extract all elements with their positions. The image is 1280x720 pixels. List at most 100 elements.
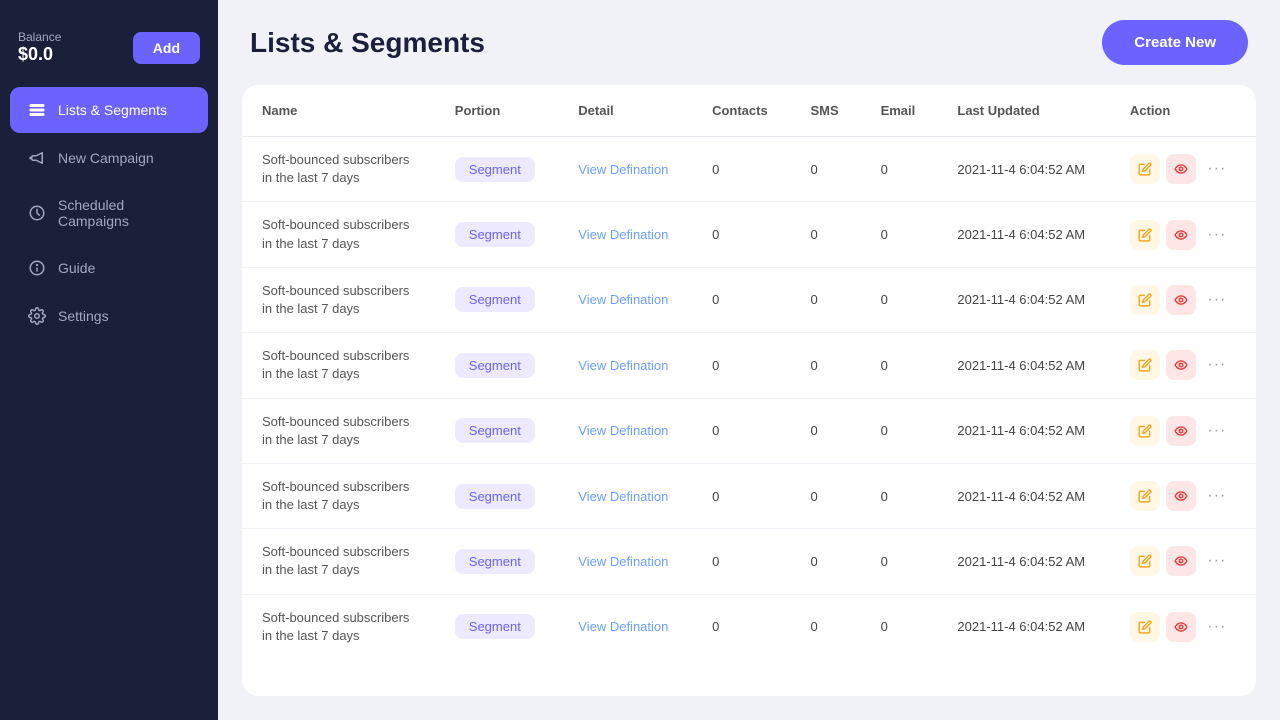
row-sms: 0: [790, 202, 860, 267]
row-name: Soft-bounced subscribersin the last 7 da…: [262, 151, 415, 187]
pencil-icon: [1138, 293, 1152, 307]
table-body: Soft-bounced subscribersin the last 7 da…: [242, 137, 1256, 660]
row-portion: Segment: [435, 333, 558, 398]
eye-slash-icon: [1174, 424, 1188, 438]
row-actions: ···: [1110, 529, 1256, 594]
sidebar-item-lists-segments[interactable]: Lists & Segments: [10, 87, 208, 133]
view-definition-link[interactable]: View Defination: [578, 292, 668, 307]
row-sms: 0: [790, 398, 860, 463]
row-actions: ···: [1110, 594, 1256, 659]
row-portion: Segment: [435, 267, 558, 332]
edit-button[interactable]: [1130, 546, 1160, 576]
row-contacts: 0: [692, 594, 790, 659]
table-row: Soft-bounced subscribersin the last 7 da…: [242, 202, 1256, 267]
row-sms: 0: [790, 594, 860, 659]
sidebar-item-label: New Campaign: [58, 150, 154, 166]
view-definition-link[interactable]: View Defination: [578, 619, 668, 634]
more-options-button[interactable]: ···: [1202, 220, 1232, 250]
row-sms: 0: [790, 529, 860, 594]
gear-icon: [28, 307, 46, 325]
more-options-button[interactable]: ···: [1202, 154, 1232, 184]
sidebar-item-settings[interactable]: Settings: [10, 293, 208, 339]
balance-info: Balance $0.0: [18, 30, 61, 65]
more-options-button[interactable]: ···: [1202, 546, 1232, 576]
row-contacts: 0: [692, 398, 790, 463]
row-portion: Segment: [435, 529, 558, 594]
edit-button[interactable]: [1130, 154, 1160, 184]
row-detail: View Defination: [558, 463, 692, 528]
row-email: 0: [861, 333, 938, 398]
row-actions: ···: [1110, 202, 1256, 267]
delete-button[interactable]: [1166, 350, 1196, 380]
delete-button[interactable]: [1166, 546, 1196, 576]
row-actions: ···: [1110, 267, 1256, 332]
sidebar-item-guide[interactable]: Guide: [10, 245, 208, 291]
row-portion: Segment: [435, 594, 558, 659]
row-contacts: 0: [692, 137, 790, 202]
balance-label: Balance: [18, 30, 61, 44]
delete-button[interactable]: [1166, 285, 1196, 315]
edit-button[interactable]: [1130, 285, 1160, 315]
segment-badge: Segment: [455, 287, 535, 312]
row-email: 0: [861, 202, 938, 267]
view-definition-link[interactable]: View Defination: [578, 227, 668, 242]
segment-badge: Segment: [455, 484, 535, 509]
pencil-icon: [1138, 424, 1152, 438]
add-balance-button[interactable]: Add: [133, 32, 200, 64]
eye-slash-icon: [1174, 162, 1188, 176]
row-actions: ···: [1110, 398, 1256, 463]
row-detail: View Defination: [558, 594, 692, 659]
edit-button[interactable]: [1130, 416, 1160, 446]
pencil-icon: [1138, 489, 1152, 503]
row-name: Soft-bounced subscribersin the last 7 da…: [262, 413, 415, 449]
row-sms: 0: [790, 333, 860, 398]
sidebar-item-new-campaign[interactable]: New Campaign: [10, 135, 208, 181]
row-last-updated: 2021-11-4 6:04:52 AM: [937, 202, 1109, 267]
row-sms: 0: [790, 137, 860, 202]
row-last-updated: 2021-11-4 6:04:52 AM: [937, 137, 1109, 202]
col-action: Action: [1110, 85, 1256, 137]
edit-button[interactable]: [1130, 220, 1160, 250]
delete-button[interactable]: [1166, 612, 1196, 642]
more-options-button[interactable]: ···: [1202, 285, 1232, 315]
table-header: Name Portion Detail Contacts SMS Email L…: [242, 85, 1256, 137]
delete-button[interactable]: [1166, 154, 1196, 184]
eye-slash-icon: [1174, 489, 1188, 503]
eye-slash-icon: [1174, 293, 1188, 307]
edit-button[interactable]: [1130, 481, 1160, 511]
row-name: Soft-bounced subscribersin the last 7 da…: [262, 609, 415, 645]
more-options-button[interactable]: ···: [1202, 481, 1232, 511]
table-container: Name Portion Detail Contacts SMS Email L…: [242, 85, 1256, 696]
view-definition-link[interactable]: View Defination: [578, 162, 668, 177]
more-options-button[interactable]: ···: [1202, 350, 1232, 380]
eye-slash-icon: [1174, 554, 1188, 568]
row-actions: ···: [1110, 463, 1256, 528]
info-icon: [28, 259, 46, 277]
row-actions: ···: [1110, 333, 1256, 398]
create-new-button[interactable]: Create New: [1102, 20, 1248, 65]
sidebar-item-scheduled-campaigns[interactable]: Scheduled Campaigns: [10, 183, 208, 243]
row-name: Soft-bounced subscribersin the last 7 da…: [262, 478, 415, 514]
edit-button[interactable]: [1130, 350, 1160, 380]
page-title: Lists & Segments: [250, 27, 485, 59]
view-definition-link[interactable]: View Defination: [578, 489, 668, 504]
balance-amount: $0.0: [18, 44, 61, 65]
more-options-button[interactable]: ···: [1202, 612, 1232, 642]
row-email: 0: [861, 267, 938, 332]
segment-badge: Segment: [455, 549, 535, 574]
row-portion: Segment: [435, 137, 558, 202]
eye-slash-icon: [1174, 228, 1188, 242]
more-options-button[interactable]: ···: [1202, 416, 1232, 446]
view-definition-link[interactable]: View Defination: [578, 358, 668, 373]
edit-button[interactable]: [1130, 612, 1160, 642]
row-name: Soft-bounced subscribersin the last 7 da…: [262, 543, 415, 579]
segment-badge: Segment: [455, 353, 535, 378]
row-contacts: 0: [692, 333, 790, 398]
row-email: 0: [861, 594, 938, 659]
view-definition-link[interactable]: View Defination: [578, 554, 668, 569]
delete-button[interactable]: [1166, 416, 1196, 446]
segment-badge: Segment: [455, 418, 535, 443]
delete-button[interactable]: [1166, 481, 1196, 511]
delete-button[interactable]: [1166, 220, 1196, 250]
view-definition-link[interactable]: View Defination: [578, 423, 668, 438]
